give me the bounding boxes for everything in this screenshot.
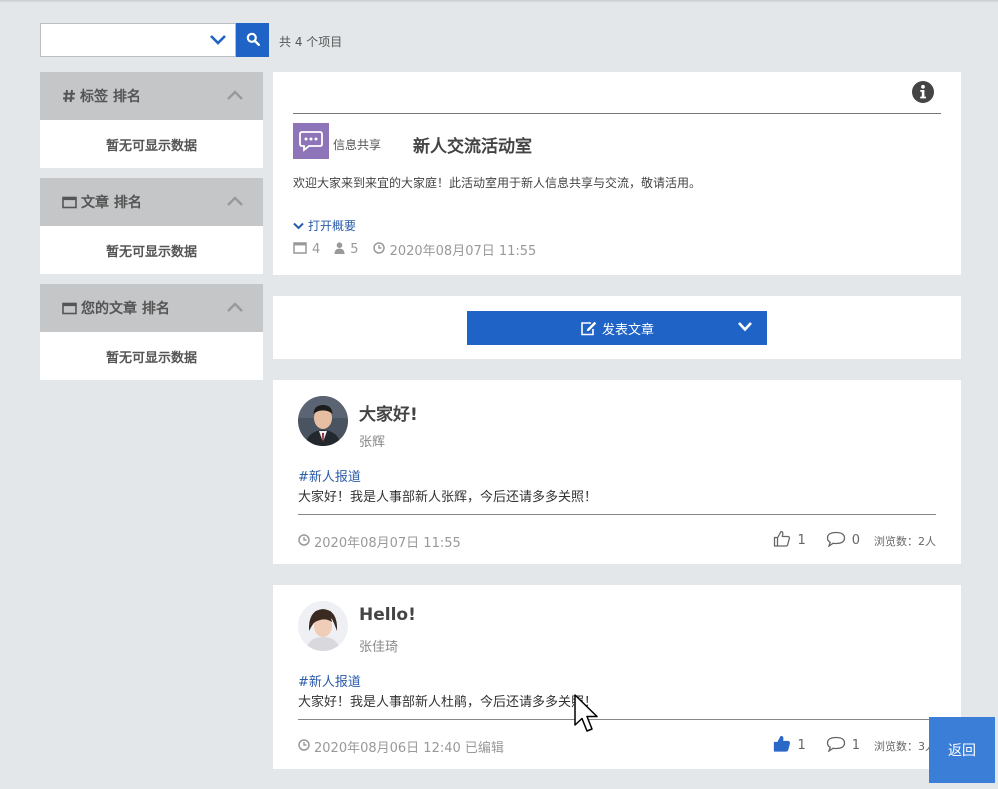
article-ranking-header[interactable]: 文章 排名 [40, 178, 263, 226]
like-button[interactable]: 1 [773, 735, 806, 756]
room-category: 信息共享 [333, 138, 382, 152]
thumbs-up-icon [773, 735, 797, 756]
comment-icon [826, 736, 852, 756]
clock-icon [298, 738, 314, 755]
article-title[interactable]: Hello! [359, 605, 416, 625]
open-summary-label: 打开概要 [308, 219, 357, 233]
room-member-count: 5 [334, 241, 359, 258]
top-shadow [0, 0, 998, 3]
view-count: 浏览数：2人 [874, 534, 936, 548]
my-article-ranking-title: 您的文章 排名 [81, 301, 170, 317]
article-card[interactable]: Hello! 张佳琦 #新人报道 大家好！我是人事部新人杜鹃，今后还请多多关照！… [273, 585, 961, 769]
like-button[interactable]: 1 [773, 530, 806, 551]
comment-count: 1 [851, 738, 860, 753]
chevron-down-icon [209, 32, 227, 51]
tag-ranking-empty: 暂无可显示数据 [105, 138, 197, 154]
chevron-down-icon [293, 219, 308, 233]
item-count: 共 4 个项目 [279, 35, 343, 49]
article-body: 大家好！我是人事部新人杜鹃，今后还请多多关照！ [298, 695, 598, 710]
divider [298, 719, 936, 720]
my-article-ranking-panel: 您的文章 排名 暂无可显示数据 [40, 284, 263, 380]
window-icon [62, 302, 77, 315]
chevron-up-icon[interactable] [227, 195, 243, 211]
article-card[interactable]: 大家好! 张辉 #新人报道 大家好！我是人事部新人张辉，今后还请多多关照！ 20… [273, 380, 961, 564]
post-article-button[interactable]: 发表文章 [467, 311, 767, 345]
article-date: 2020年08月07日 11:55 [298, 532, 461, 551]
article-stats: 1 1 浏览数：3人 [753, 735, 936, 756]
divider [293, 113, 941, 114]
article-ranking-empty: 暂无可显示数据 [105, 244, 197, 260]
clock-icon [372, 241, 390, 258]
article-ranking-title: 文章 排名 [81, 195, 142, 211]
article-author: 张佳琦 [359, 640, 399, 655]
comment-button[interactable]: 1 [826, 736, 860, 756]
search-icon [246, 31, 260, 50]
divider [298, 514, 936, 515]
chevron-up-icon[interactable] [227, 301, 243, 317]
article-title[interactable]: 大家好! [359, 400, 418, 425]
avatar[interactable] [298, 601, 348, 651]
view-count: 浏览数：3人 [874, 739, 936, 753]
user-icon [334, 241, 350, 258]
room-info-card: 信息共享 新人交流活动室 欢迎大家来到来宜的大家庭！此活动室用于新人信息共享与交… [273, 72, 961, 275]
open-summary-link[interactable]: 打开概要 [293, 217, 356, 234]
article-tag[interactable]: #新人报道 [298, 466, 361, 485]
clock-icon [298, 533, 314, 550]
chevron-up-icon[interactable] [227, 89, 243, 105]
hashtag-icon [62, 89, 76, 103]
window-icon [293, 241, 312, 258]
edit-icon [580, 321, 597, 336]
room-title: 新人交流活动室 [413, 137, 532, 157]
tag-ranking-header[interactable]: 标签 排名 [40, 72, 263, 120]
article-stats: 1 0 浏览数：2人 [753, 530, 936, 551]
chevron-down-icon[interactable] [737, 321, 753, 337]
comment-count: 0 [851, 533, 860, 548]
my-article-ranking-empty: 暂无可显示数据 [105, 350, 197, 366]
like-count: 1 [797, 738, 806, 753]
room-article-count: 4 [293, 241, 320, 258]
mouse-cursor-icon [574, 694, 600, 738]
tag-ranking-panel: 标签 排名 暂无可显示数据 [40, 72, 263, 168]
article-date: 2020年08月06日 12:40 已编辑 [298, 737, 504, 756]
article-author: 张辉 [359, 435, 386, 450]
article-ranking-panel: 文章 排名 暂无可显示数据 [40, 178, 263, 274]
my-article-ranking-header[interactable]: 您的文章 排名 [40, 284, 263, 332]
search-select[interactable] [40, 23, 236, 57]
comment-button[interactable]: 0 [826, 531, 860, 551]
post-article-card: 发表文章 [273, 296, 961, 359]
post-article-label: 发表文章 [601, 322, 654, 338]
avatar[interactable] [298, 396, 348, 446]
info-icon[interactable] [912, 81, 934, 107]
like-count: 1 [797, 533, 806, 548]
room-description: 欢迎大家来到来宜的大家庭！此活动室用于新人信息共享与交流，敬请活用。 [293, 176, 702, 190]
article-tag[interactable]: #新人报道 [298, 671, 361, 690]
room-meta: 4 5 2020年08月07日 11:55 [293, 240, 550, 259]
thumbs-up-icon [773, 530, 797, 551]
tag-ranking-title: 标签 排名 [80, 89, 141, 105]
window-icon [62, 196, 77, 209]
chat-icon [293, 123, 329, 159]
search-button[interactable] [236, 23, 269, 57]
comment-icon [826, 531, 852, 551]
back-button[interactable]: 返回 [929, 717, 995, 783]
article-body: 大家好！我是人事部新人张辉，今后还请多多关照！ [298, 490, 598, 505]
room-datetime: 2020年08月07日 11:55 [372, 240, 536, 259]
